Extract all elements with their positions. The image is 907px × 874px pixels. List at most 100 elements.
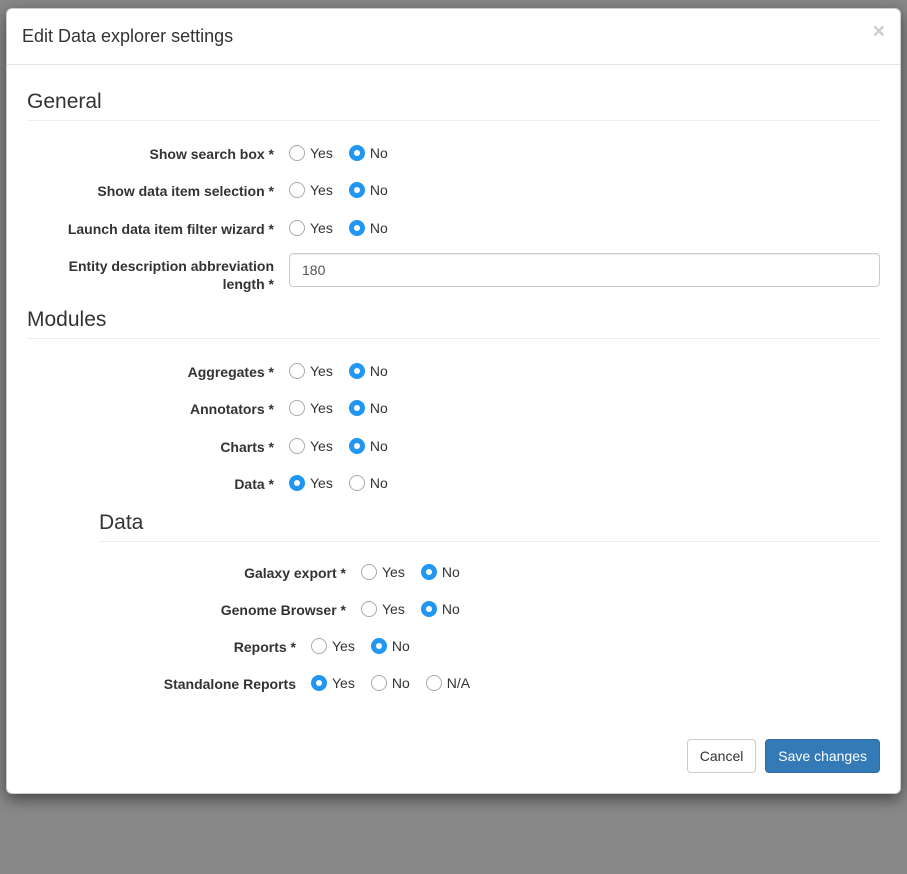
field-label: Show data item selection * xyxy=(27,178,289,200)
field-label: Genome Browser * xyxy=(99,597,361,619)
radio-option-no[interactable]: No xyxy=(421,564,460,580)
radio-label: No xyxy=(370,182,388,198)
field-show-data-item-selection: Show data item selection * Yes No xyxy=(27,178,880,200)
radio-no[interactable] xyxy=(371,638,387,654)
field-charts: Charts * Yes No xyxy=(27,434,880,456)
field-launch-wizard: Launch data item filter wizard * Yes No xyxy=(27,216,880,238)
radio-yes[interactable] xyxy=(289,363,305,379)
radio-option-yes[interactable]: Yes xyxy=(361,564,405,580)
radio-yes[interactable] xyxy=(289,400,305,416)
field-label: Launch data item filter wizard * xyxy=(27,216,289,238)
radio-label: Yes xyxy=(310,182,333,198)
radio-option-yes[interactable]: Yes xyxy=(361,601,405,617)
radio-label: No xyxy=(442,564,460,580)
radio-label: Yes xyxy=(310,400,333,416)
radio-yes[interactable] xyxy=(289,182,305,198)
radio-label: Yes xyxy=(310,220,333,236)
radio-option-no[interactable]: No xyxy=(349,182,388,198)
radio-yes[interactable] xyxy=(289,438,305,454)
divider xyxy=(99,541,880,542)
radio-option-yes[interactable]: Yes xyxy=(289,145,333,161)
section-heading-data: Data xyxy=(99,511,880,535)
radio-label: Yes xyxy=(310,438,333,454)
radio-yes[interactable] xyxy=(289,220,305,236)
field-galaxy-export: Galaxy export * Yes No xyxy=(99,560,880,582)
radio-option-no[interactable]: No xyxy=(349,438,388,454)
radio-option-yes[interactable]: Yes xyxy=(311,675,355,691)
radio-group: Yes No xyxy=(289,141,880,161)
input-wrap xyxy=(289,253,880,287)
radio-yes[interactable] xyxy=(361,564,377,580)
cancel-button[interactable]: Cancel xyxy=(687,739,757,773)
radio-yes[interactable] xyxy=(361,601,377,617)
abbrev-length-input[interactable] xyxy=(289,253,880,287)
field-aggregates: Aggregates * Yes No xyxy=(27,359,880,381)
radio-option-yes[interactable]: Yes xyxy=(289,182,333,198)
radio-yes[interactable] xyxy=(311,675,327,691)
field-annotators: Annotators * Yes No xyxy=(27,396,880,418)
radio-option-no[interactable]: No xyxy=(371,638,410,654)
radio-label: No xyxy=(392,638,410,654)
radio-no[interactable] xyxy=(421,564,437,580)
radio-label: Yes xyxy=(332,638,355,654)
field-genome-browser: Genome Browser * Yes No xyxy=(99,597,880,619)
radio-option-no[interactable]: No xyxy=(349,475,388,491)
modal-body: General Show search box * Yes No Show da… xyxy=(7,65,900,723)
settings-modal: Edit Data explorer settings × General Sh… xyxy=(6,8,901,794)
divider xyxy=(27,338,880,339)
radio-no[interactable] xyxy=(349,182,365,198)
radio-label: No xyxy=(370,438,388,454)
radio-label: No xyxy=(442,601,460,617)
field-label: Annotators * xyxy=(27,396,289,418)
radio-yes[interactable] xyxy=(311,638,327,654)
radio-no[interactable] xyxy=(421,601,437,617)
radio-option-yes[interactable]: Yes xyxy=(289,363,333,379)
radio-group: Yes No xyxy=(289,178,880,198)
radio-option-no[interactable]: No xyxy=(349,220,388,236)
radio-group: Yes No xyxy=(289,434,880,454)
field-standalone-reports: Standalone Reports Yes No N/A xyxy=(99,671,880,693)
radio-group: Yes No xyxy=(289,471,880,491)
radio-group: Yes No N/A xyxy=(311,671,880,691)
radio-no[interactable] xyxy=(371,675,387,691)
field-label: Charts * xyxy=(27,434,289,456)
radio-label: Yes xyxy=(332,675,355,691)
radio-group: Yes No xyxy=(289,359,880,379)
radio-option-no[interactable]: No xyxy=(349,145,388,161)
save-button[interactable]: Save changes xyxy=(765,739,880,773)
radio-label: Yes xyxy=(310,363,333,379)
radio-option-yes[interactable]: Yes xyxy=(289,438,333,454)
radio-na[interactable] xyxy=(426,675,442,691)
field-label: Standalone Reports xyxy=(99,671,311,693)
field-abbrev-length: Entity description abbreviation length * xyxy=(27,253,880,293)
field-data: Data * Yes No xyxy=(27,471,880,493)
close-icon[interactable]: × xyxy=(873,21,885,42)
radio-option-no[interactable]: No xyxy=(371,675,410,691)
radio-label: Yes xyxy=(310,475,333,491)
radio-option-yes[interactable]: Yes xyxy=(289,220,333,236)
field-label: Data * xyxy=(27,471,289,493)
radio-yes[interactable] xyxy=(289,145,305,161)
radio-no[interactable] xyxy=(349,145,365,161)
modal-header: Edit Data explorer settings × xyxy=(7,9,900,65)
radio-label: No xyxy=(370,475,388,491)
radio-no[interactable] xyxy=(349,438,365,454)
radio-option-yes[interactable]: Yes xyxy=(289,475,333,491)
radio-option-yes[interactable]: Yes xyxy=(311,638,355,654)
subsection-data: Data Galaxy export * Yes No Genome Brows… xyxy=(99,511,880,694)
divider xyxy=(27,120,880,121)
radio-option-no[interactable]: No xyxy=(349,400,388,416)
radio-no[interactable] xyxy=(349,220,365,236)
radio-option-no[interactable]: No xyxy=(421,601,460,617)
radio-no[interactable] xyxy=(349,400,365,416)
radio-option-yes[interactable]: Yes xyxy=(289,400,333,416)
radio-no[interactable] xyxy=(349,363,365,379)
radio-yes[interactable] xyxy=(289,475,305,491)
radio-option-na[interactable]: N/A xyxy=(426,675,470,691)
radio-label: No xyxy=(370,363,388,379)
radio-option-no[interactable]: No xyxy=(349,363,388,379)
field-label: Galaxy export * xyxy=(99,560,361,582)
radio-no[interactable] xyxy=(349,475,365,491)
field-label: Reports * xyxy=(99,634,311,656)
field-reports: Reports * Yes No xyxy=(99,634,880,656)
